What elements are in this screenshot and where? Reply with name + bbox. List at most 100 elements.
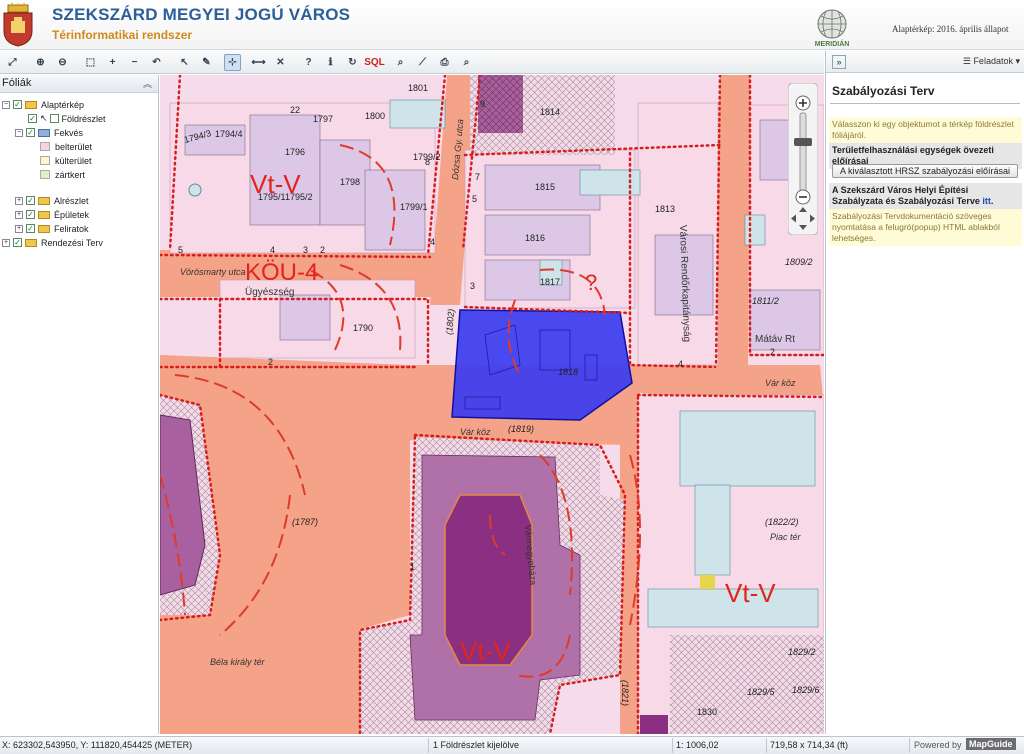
select-pen-icon[interactable]: ✎ xyxy=(198,54,215,71)
ruler-icon[interactable]: ⟋ xyxy=(414,54,431,71)
parcel-number: 9 xyxy=(480,99,485,109)
map-view[interactable]: Vt-V KÖU-4 Vt-V Vt-V ? Vörösmarty utca D… xyxy=(160,75,824,734)
zoom-slider-track[interactable] xyxy=(799,112,807,192)
parcel-number: 5 xyxy=(178,245,183,255)
parcel-number: 1 xyxy=(410,562,415,572)
parcel-number: 1817 xyxy=(540,277,560,287)
chevron-down-icon: ▾ xyxy=(1012,56,1020,66)
measure-icon[interactable]: ⟷ xyxy=(250,54,267,71)
help-icon[interactable]: ? xyxy=(300,54,317,71)
parcel-number: 3 xyxy=(470,281,475,291)
collapse-icon[interactable]: ︽ xyxy=(143,77,152,90)
zoom-in-icon[interactable]: ⊕ xyxy=(32,54,49,71)
info-note: Szabályozási Tervdokumentáció szöveges n… xyxy=(829,209,1022,246)
parcel-number: 2 xyxy=(268,357,273,367)
clear-icon[interactable]: ✕ xyxy=(272,54,289,71)
section-heading: A Szekszárd Város Helyi Építési Szabályz… xyxy=(829,183,1022,209)
parcel-number: 1790 xyxy=(353,323,373,333)
selection-status: 1 Földrészlet kijelölve xyxy=(433,740,520,750)
parcel-number: 1801 xyxy=(408,83,428,93)
expand-panel-icon[interactable]: » xyxy=(832,55,846,69)
layers-refresh-icon[interactable]: ↻ xyxy=(344,54,361,71)
logo-text: MERIDIÁN xyxy=(815,39,850,48)
info-icon[interactable]: ℹ xyxy=(322,54,339,71)
select-arrow-icon[interactable]: ↖ xyxy=(176,54,193,71)
coordinates-readout: X: 623302,543950, Y: 111820,454425 (METE… xyxy=(2,740,193,750)
parcel-number: (1819) xyxy=(508,424,534,434)
parcel-number: 1830 xyxy=(697,707,717,717)
parcel-number: 1814 xyxy=(540,107,560,117)
parcel-number: 1816 xyxy=(525,233,545,243)
parcel-number: 1798 xyxy=(340,177,360,187)
task-panel: » ☰ Feladatok ▾ Szabályozási Terv Válass… xyxy=(825,51,1024,734)
parcel-number: 22 xyxy=(290,105,300,115)
zoom-plus-icon[interactable]: + xyxy=(104,54,121,71)
legend-belterulet: belterület xyxy=(40,140,92,153)
zoom-out-icon[interactable]: ⊖ xyxy=(54,54,71,71)
parcel-number: 1818 xyxy=(558,367,578,377)
parcel-number: 5 xyxy=(472,194,477,204)
zoom-minus-icon[interactable]: − xyxy=(126,54,143,71)
search-icon[interactable]: ⌕ xyxy=(392,54,409,71)
folder-icon xyxy=(25,238,37,247)
toolbar: ⤢ ⊕ ⊖ ⬚ + − ↶ ↖ ✎ ⊹ ⟷ ✕ ? ℹ ↻ SQL ⌕ ⟋ ⎙ … xyxy=(0,51,824,74)
parcel-number: 1800 xyxy=(365,111,385,121)
divider xyxy=(830,103,1020,104)
regulations-link[interactable]: itt xyxy=(982,196,991,206)
tasks-icon: ☰ xyxy=(962,56,974,66)
layer-group-alapterkep[interactable]: − ✓ Alaptérkép xyxy=(2,98,84,111)
parcel-number: 1829/6 xyxy=(792,685,820,695)
zoom-window-icon[interactable]: ⬚ xyxy=(82,54,99,71)
zone-label: Vt-V xyxy=(725,578,776,608)
powered-by-label: Powered by xyxy=(914,740,962,750)
layer-icon xyxy=(38,128,50,137)
parcel-number: 1794/4 xyxy=(215,129,243,139)
zoom-previous-icon[interactable]: ↶ xyxy=(148,54,165,71)
header: SZEKSZÁRD MEGYEI JOGÚ VÁROS Térinformati… xyxy=(0,0,1024,50)
zoom-control xyxy=(787,82,819,236)
layer-foldreszlet[interactable]: ✓ ↖ Földrészlet xyxy=(28,112,106,125)
tasks-menu[interactable]: ☰ Feladatok ▾ xyxy=(963,56,1020,67)
layers-panel-title: Fóliák xyxy=(2,77,32,89)
app-subtitle: Térinformatikai rendszer xyxy=(52,28,193,42)
status-bar: X: 623302,543950, Y: 111820,454425 (METE… xyxy=(0,736,1024,754)
legend-zartkert: zártkert xyxy=(40,168,85,181)
parcel-number: 4 xyxy=(430,237,435,247)
zoom-slider-handle[interactable] xyxy=(794,138,812,146)
parcel-number: 1795/2 xyxy=(285,192,313,202)
info-note: Válasszon ki egy objektumot a térkép föl… xyxy=(829,117,1022,143)
layers-panel: Fóliák ︽ − ✓ Alaptérkép ✓ ↖ Földrészlet − ✓ Fe… xyxy=(0,75,159,734)
layer-group-epuletek[interactable]: + ✓ Épületek xyxy=(15,208,89,221)
zone-label: Vt-V xyxy=(460,636,511,666)
full-extent-icon[interactable]: ⤢ xyxy=(4,54,21,71)
app-title: SZEKSZÁRD MEGYEI JOGÚ VÁROS xyxy=(52,5,351,24)
divider xyxy=(909,738,910,753)
folder-icon xyxy=(38,224,50,233)
sql-icon[interactable]: SQL xyxy=(364,54,385,71)
street-label: Mátáv Rt xyxy=(755,334,795,345)
layer-group-rendezesi-terv[interactable]: + ✓ Rendezési Terv xyxy=(2,236,103,249)
parcel-number: 1809/2 xyxy=(785,257,813,267)
parcel-number: 1813 xyxy=(655,204,675,214)
parcel-number: 8 xyxy=(425,157,430,167)
print-icon[interactable]: ⎙ xyxy=(436,54,453,71)
layer-group-feliratok[interactable]: + ✓ Feliratok xyxy=(15,222,89,235)
find-icon[interactable]: ⌕ xyxy=(458,54,475,71)
select-add-icon[interactable]: ⊹ xyxy=(224,54,241,71)
task-panel-header: » ☰ Feladatok ▾ xyxy=(826,51,1024,73)
parcel-number: (1787) xyxy=(292,517,318,527)
parcel-number: 1829/5 xyxy=(747,687,776,697)
parcel-number: 1797 xyxy=(313,114,333,124)
scale-readout: 1: 1006,02 xyxy=(676,740,719,750)
layers-panel-header: Fóliák ︽ xyxy=(0,75,158,93)
regulations-button[interactable]: A kiválasztott HRSZ szabályozási előírás… xyxy=(832,164,1018,178)
map-canvas[interactable]: Vt-V KÖU-4 Vt-V Vt-V ? Vörösmarty utca D… xyxy=(160,75,824,734)
parcel-number: (1822/2) xyxy=(765,517,799,527)
divider xyxy=(672,738,673,753)
folder-icon xyxy=(38,196,50,205)
parcel-number: 1795/1 xyxy=(258,192,286,202)
layer-group-fekves[interactable]: − ✓ Fekvés xyxy=(15,126,83,139)
divider xyxy=(428,738,429,753)
layer-group-alreszlet[interactable]: + ✓ Alrészlet xyxy=(15,194,89,207)
basemap-state: Alaptérkép: 2016. április állapot xyxy=(892,24,1009,34)
